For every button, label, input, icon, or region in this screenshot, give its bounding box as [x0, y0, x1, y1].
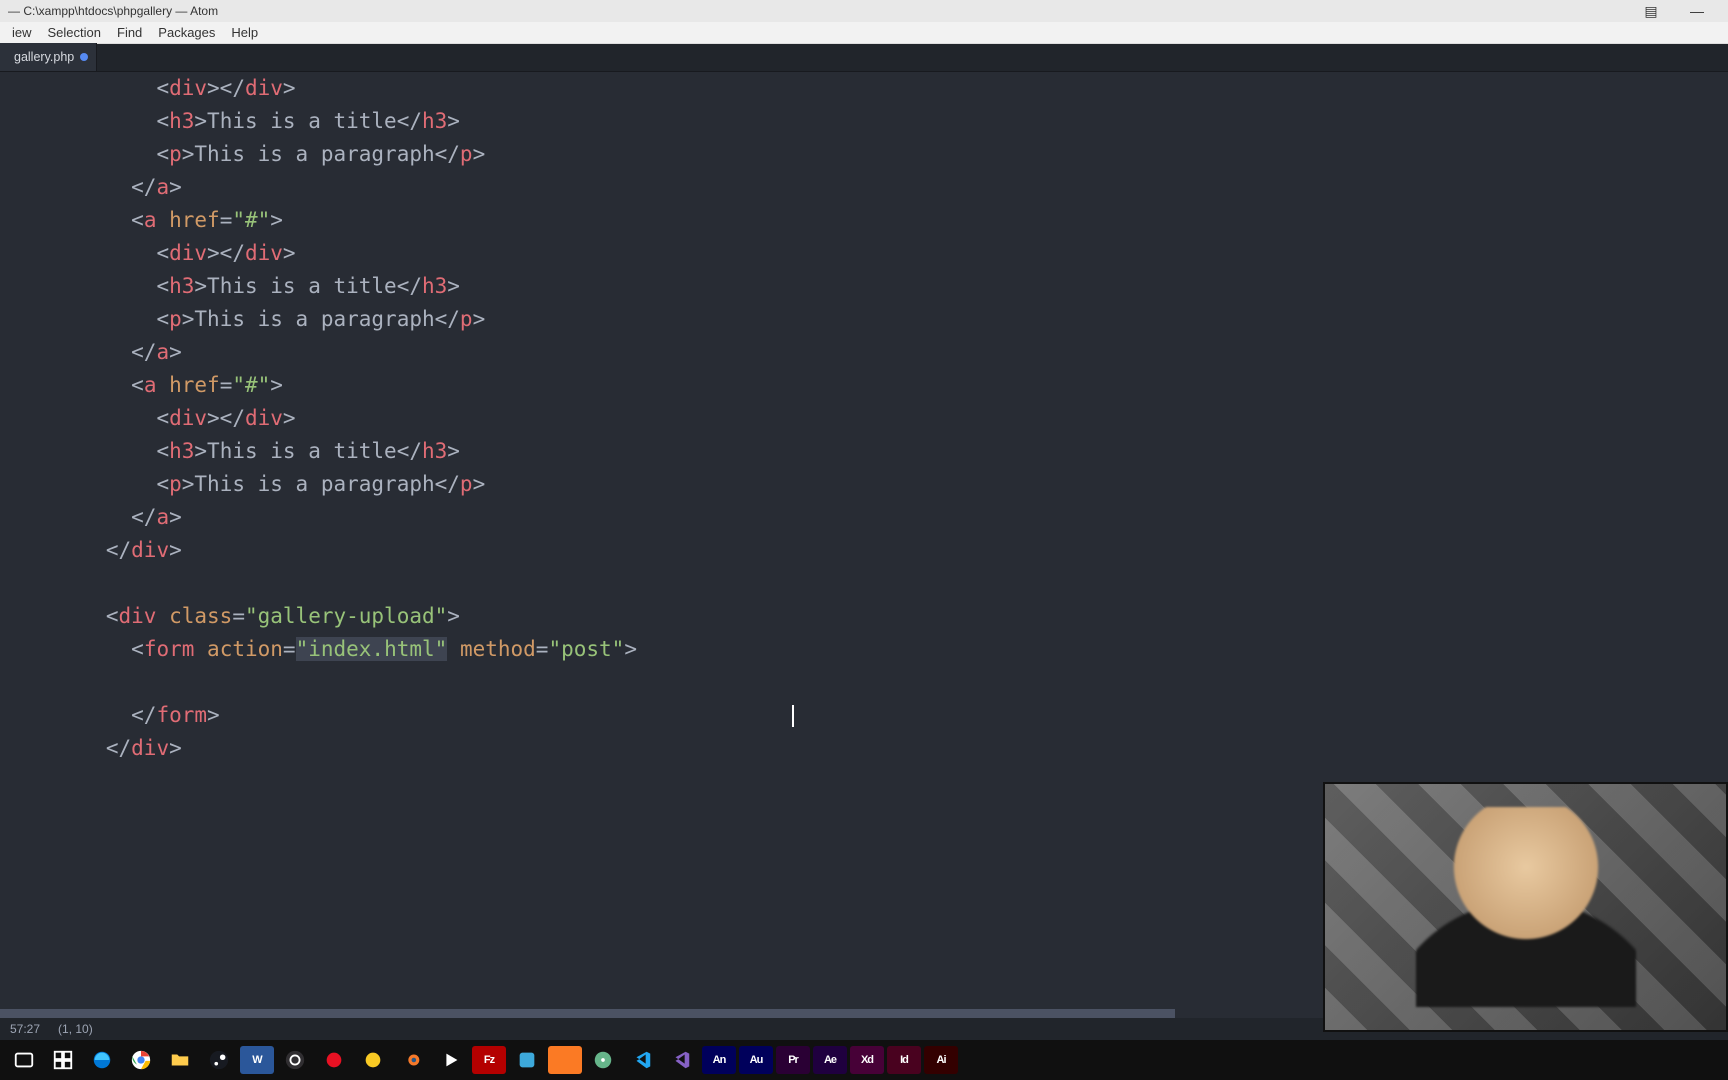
- settings-icon[interactable]: ▤: [1628, 3, 1674, 20]
- obs-icon[interactable]: [277, 1044, 313, 1076]
- vscode-icon[interactable]: [624, 1044, 660, 1076]
- xampp-icon[interactable]: [548, 1046, 582, 1074]
- steam-icon[interactable]: [201, 1044, 237, 1076]
- window-title: — C:\xampp\htdocs\phpgallery — Atom: [8, 4, 218, 18]
- menu-bar: iew Selection Find Packages Help: [0, 22, 1728, 44]
- edge-browser-icon[interactable]: [84, 1044, 120, 1076]
- audition-icon[interactable]: Au: [739, 1046, 773, 1074]
- illustrator-icon[interactable]: Ai: [924, 1046, 958, 1074]
- filezilla-icon[interactable]: Fz: [472, 1046, 506, 1074]
- app-icon-1[interactable]: [355, 1044, 391, 1076]
- window-title-bar: — C:\xampp\htdocs\phpgallery — Atom ▤ —: [0, 0, 1728, 22]
- windows-taskbar: W Fz AnAuPrAeXdIdAi: [0, 1040, 1728, 1080]
- unsaved-dot-icon: [80, 53, 88, 61]
- record-icon[interactable]: [316, 1044, 352, 1076]
- visual-studio-icon[interactable]: [663, 1044, 699, 1076]
- menu-selection[interactable]: Selection: [40, 25, 109, 40]
- animate-icon[interactable]: An: [702, 1046, 736, 1074]
- menu-view[interactable]: iew: [4, 25, 40, 40]
- tab-label: gallery.php: [14, 50, 74, 64]
- scroll-thumb[interactable]: [0, 1009, 1175, 1018]
- file-explorer-icon[interactable]: [162, 1044, 198, 1076]
- xd-icon[interactable]: Xd: [850, 1046, 884, 1074]
- menu-find[interactable]: Find: [109, 25, 150, 40]
- tab-bar: gallery.php: [0, 44, 1728, 72]
- word-icon[interactable]: W: [240, 1046, 274, 1074]
- app-icon-2[interactable]: [509, 1044, 545, 1076]
- tab-gallery-php[interactable]: gallery.php: [0, 43, 97, 71]
- chrome-browser-icon[interactable]: [123, 1044, 159, 1076]
- atom-icon[interactable]: [585, 1044, 621, 1076]
- window-switcher-icon[interactable]: [45, 1044, 81, 1076]
- menu-packages[interactable]: Packages: [150, 25, 223, 40]
- minimize-button[interactable]: —: [1674, 3, 1720, 19]
- webcam-overlay: [1323, 782, 1728, 1032]
- premiere-icon[interactable]: Pr: [776, 1046, 810, 1074]
- indesign-icon[interactable]: Id: [887, 1046, 921, 1074]
- task-view-icon[interactable]: [6, 1044, 42, 1076]
- menu-help[interactable]: Help: [223, 25, 266, 40]
- media-player-icon[interactable]: [433, 1044, 469, 1076]
- text-cursor: [792, 705, 794, 727]
- status-cursor-pos: (1, 10): [58, 1022, 93, 1036]
- status-time: 57:27: [10, 1022, 40, 1036]
- blender-icon[interactable]: [394, 1044, 430, 1076]
- after-effects-icon[interactable]: Ae: [813, 1046, 847, 1074]
